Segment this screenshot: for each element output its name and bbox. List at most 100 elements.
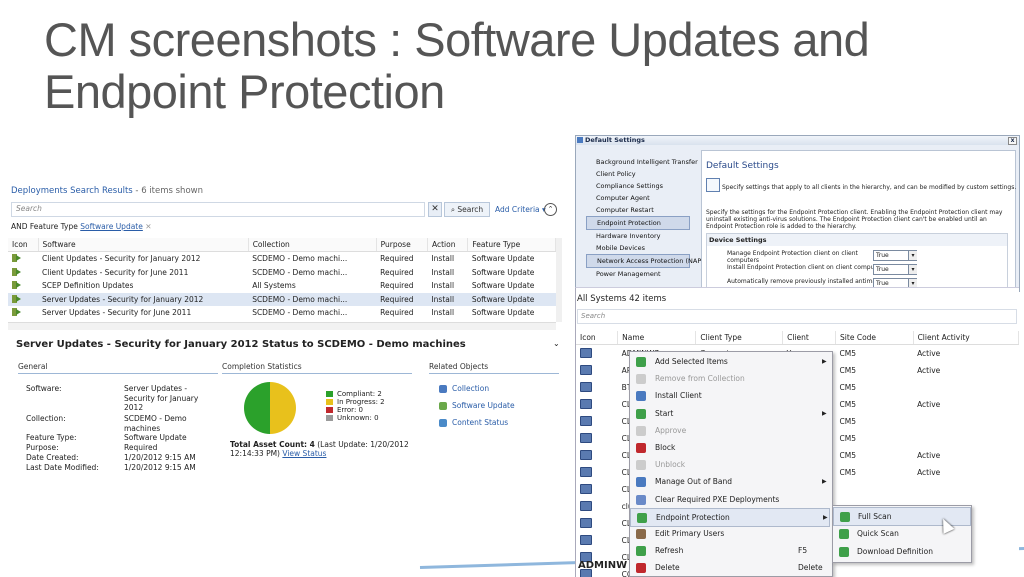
feature-type-cell: Software Update bbox=[468, 279, 556, 293]
column-header[interactable]: Software bbox=[38, 238, 248, 252]
context-menu-item[interactable]: Start▶ bbox=[630, 405, 830, 422]
systems-search-placeholder: Search bbox=[581, 312, 605, 320]
column-header[interactable]: Feature Type bbox=[468, 238, 556, 252]
settings-list-item[interactable]: Compliance Settings bbox=[586, 180, 690, 192]
row-icon-cell bbox=[576, 447, 618, 464]
context-menu-item[interactable]: RefreshF5 bbox=[630, 542, 830, 559]
column-header[interactable]: Purpose bbox=[376, 238, 427, 252]
collapse-icon[interactable]: ⌃ bbox=[544, 203, 557, 216]
general-section-heading: General bbox=[18, 362, 218, 374]
remove-criteria-icon[interactable]: ✕ bbox=[145, 222, 151, 231]
context-menu-item[interactable]: Clear Required PXE Deployments bbox=[630, 491, 830, 508]
row-icon-cell bbox=[8, 306, 38, 320]
search-button[interactable]: ⌕ Search bbox=[444, 202, 490, 217]
computer-icon bbox=[580, 467, 592, 477]
settings-list-item[interactable]: Background Intelligent Transfer bbox=[586, 156, 690, 168]
column-header[interactable]: Site Code bbox=[836, 331, 914, 345]
related-label: Collection bbox=[452, 384, 489, 393]
context-menu: Add Selected Items▶Remove from Collectio… bbox=[629, 351, 833, 577]
expand-icon[interactable]: ⌄ bbox=[553, 339, 560, 348]
deployments-table: IconSoftwareCollectionPurposeActionFeatu… bbox=[8, 238, 556, 320]
settings-list-item[interactable]: Computer Restart bbox=[586, 204, 690, 216]
context-menu-item[interactable]: Add Selected Items▶ bbox=[630, 353, 830, 370]
vertical-scrollbar[interactable] bbox=[556, 238, 562, 322]
context-menu-item[interactable]: Endpoint Protection▶ bbox=[630, 508, 830, 527]
table-row[interactable]: Client Updates - Security for January 20… bbox=[8, 252, 556, 266]
client-activity-cell bbox=[913, 430, 1018, 447]
row-icon-cell bbox=[576, 413, 618, 430]
close-icon[interactable]: x bbox=[1008, 137, 1017, 145]
menu-item-label: Approve bbox=[655, 422, 686, 439]
computer-icon bbox=[580, 501, 592, 511]
settings-list-item[interactable]: Power Management bbox=[586, 268, 690, 280]
menu-item-icon bbox=[636, 374, 646, 384]
site-code-cell: CM5 bbox=[836, 464, 914, 481]
column-header[interactable]: Action bbox=[427, 238, 467, 252]
clear-search-button[interactable]: ✕ bbox=[428, 202, 442, 217]
table-row[interactable]: Server Updates - Security for June 2011S… bbox=[8, 306, 556, 320]
client-activity-cell: Active bbox=[913, 464, 1018, 481]
systems-search-input[interactable]: Search bbox=[577, 309, 1017, 324]
context-menu-item[interactable]: Block bbox=[630, 439, 830, 456]
menu-item-icon bbox=[636, 409, 646, 419]
column-header[interactable]: Client bbox=[783, 331, 836, 345]
column-header[interactable]: Collection bbox=[248, 238, 376, 252]
column-header[interactable]: Icon bbox=[8, 238, 38, 252]
column-header[interactable]: Client Type bbox=[696, 331, 783, 345]
add-criteria-button[interactable]: Add Criteria ▾ bbox=[495, 202, 546, 217]
related-link[interactable]: Content Status bbox=[439, 418, 508, 427]
client-activity-cell: Active bbox=[913, 396, 1018, 413]
row-icon-cell bbox=[8, 252, 38, 266]
software-cell: Server Updates - Security for June 2011 bbox=[38, 306, 248, 320]
column-header[interactable]: Name bbox=[618, 331, 696, 345]
deployments-title: Deployments Search Results bbox=[11, 186, 133, 196]
menu-item-label: Install Client bbox=[655, 387, 702, 404]
client-activity-cell bbox=[913, 379, 1018, 396]
table-row[interactable]: Server Updates - Security for January 20… bbox=[8, 293, 556, 307]
related-link[interactable]: Software Update bbox=[439, 401, 515, 410]
submenu-item[interactable]: Download Definition bbox=[833, 543, 969, 560]
column-header[interactable]: Icon bbox=[576, 331, 618, 345]
criteria-value-link[interactable]: Software Update bbox=[80, 222, 143, 231]
settings-list-item[interactable]: Mobile Devices bbox=[586, 242, 690, 254]
setting-dropdown[interactable]: True bbox=[873, 250, 917, 261]
settings-list-item[interactable]: Hardware Inventory bbox=[586, 230, 690, 242]
setting-dropdown[interactable]: True bbox=[873, 264, 917, 275]
row-icon-cell bbox=[8, 293, 38, 307]
context-menu-item[interactable]: Install Client bbox=[630, 387, 830, 404]
slide-title-line-1: CM screenshots : Software Updates and bbox=[44, 14, 869, 66]
context-menu-item[interactable]: DeleteDelete bbox=[630, 559, 830, 576]
context-menu-item[interactable]: Manage Out of Band▶ bbox=[630, 473, 830, 490]
view-status-link[interactable]: View Status bbox=[282, 449, 326, 458]
menu-item-icon bbox=[636, 477, 646, 487]
submenu-arrow-icon: ▶ bbox=[823, 509, 828, 526]
row-icon-cell bbox=[576, 481, 618, 498]
related-link[interactable]: Collection bbox=[439, 384, 489, 393]
computer-icon bbox=[580, 348, 592, 358]
pane-heading: Default Settings bbox=[706, 161, 779, 171]
feature-type-cell: Software Update bbox=[468, 266, 556, 280]
deployments-search-input[interactable]: Search bbox=[11, 202, 425, 217]
horizontal-scrollbar[interactable] bbox=[8, 322, 556, 330]
row-icon-cell bbox=[576, 396, 618, 413]
client-activity-cell bbox=[913, 413, 1018, 430]
legend-swatch bbox=[326, 391, 333, 397]
total-count: Total Asset Count: 4 bbox=[230, 440, 315, 449]
settings-list-item[interactable]: Network Access Protection (NAP) bbox=[586, 254, 690, 268]
software-cell: SCEP Definition Updates bbox=[38, 279, 248, 293]
table-row[interactable]: Client Updates - Security for June 2011S… bbox=[8, 266, 556, 280]
column-header[interactable]: Client Activity bbox=[913, 331, 1018, 345]
settings-list-item[interactable]: Client Policy bbox=[586, 168, 690, 180]
menu-item-icon bbox=[636, 426, 646, 436]
details-panel: Server Updates - Security for January 20… bbox=[8, 336, 560, 486]
settings-list-item[interactable]: Computer Agent bbox=[586, 192, 690, 204]
purpose-cell: Required bbox=[376, 252, 427, 266]
collection-cell: SCDEMO - Demo machi... bbox=[248, 293, 376, 307]
legend-swatch bbox=[326, 415, 333, 421]
menu-item-label: Clear Required PXE Deployments bbox=[655, 491, 779, 508]
submenu-arrow-icon: ▶ bbox=[822, 353, 827, 370]
settings-list-item[interactable]: Endpoint Protection bbox=[586, 216, 690, 230]
context-menu-item[interactable]: Edit Primary Users bbox=[630, 525, 830, 542]
table-row[interactable]: SCEP Definition UpdatesAll SystemsRequir… bbox=[8, 279, 556, 293]
field-value: Server Updates - Security for January 20… bbox=[124, 384, 216, 413]
